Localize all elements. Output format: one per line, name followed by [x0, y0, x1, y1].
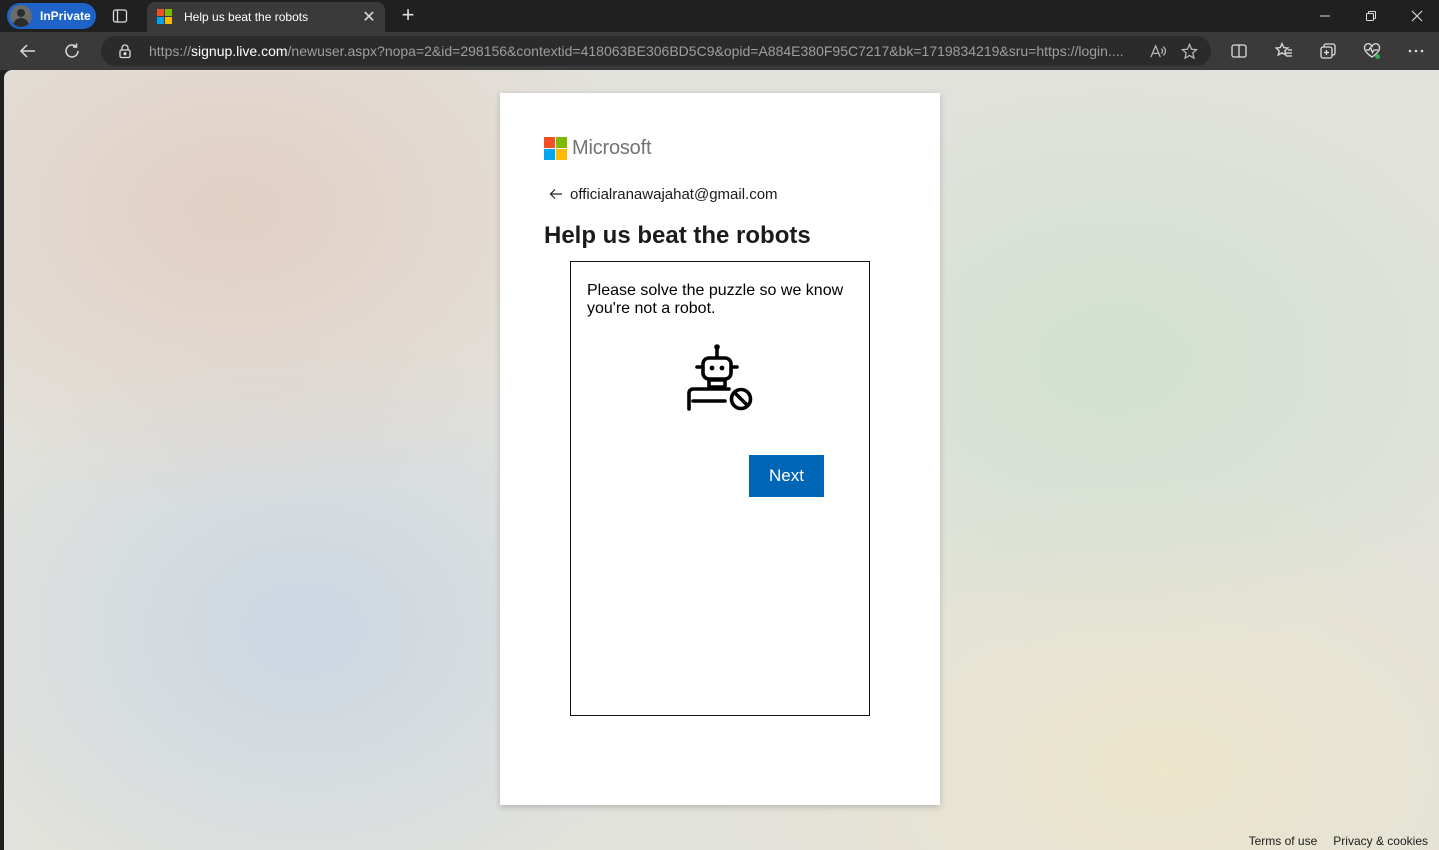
favorite-star-icon[interactable] [1179, 41, 1199, 61]
back-arrow-icon[interactable] [544, 185, 568, 203]
terms-of-use-link[interactable]: Terms of use [1249, 834, 1318, 850]
privacy-cookies-link[interactable]: Privacy & cookies [1333, 834, 1428, 850]
signup-card: Microsoft officialranawajahat@gmail.com … [500, 93, 940, 805]
inprivate-label: InPrivate [40, 9, 91, 23]
back-icon[interactable] [16, 39, 40, 63]
read-aloud-icon[interactable] [1147, 41, 1167, 61]
page-viewport: Microsoft officialranawajahat@gmail.com … [4, 70, 1439, 850]
identity-banner: officialranawajahat@gmail.com [544, 185, 778, 203]
lock-icon[interactable] [117, 43, 133, 59]
browser-essentials-icon[interactable] [1360, 39, 1384, 63]
close-window-icon[interactable] [1402, 4, 1432, 28]
tab-title: Help us beat the robots [184, 10, 309, 24]
microsoft-favicon-icon [157, 9, 173, 25]
microsoft-wordmark: Microsoft [572, 137, 652, 159]
inprivate-badge[interactable]: InPrivate [7, 3, 96, 29]
active-tab[interactable]: Help us beat the robots ✕ [147, 2, 385, 32]
tab-actions-icon[interactable] [108, 6, 132, 26]
page-footer: Terms of use Privacy & cookies [1249, 834, 1428, 850]
new-tab-icon[interactable]: + [396, 4, 420, 28]
restore-icon[interactable] [1356, 4, 1386, 28]
page-title: Help us beat the robots [544, 222, 811, 249]
tab-close-icon[interactable]: ✕ [359, 7, 379, 27]
split-screen-icon[interactable] [1227, 39, 1251, 63]
tab-strip: InPrivate Help us beat the robots ✕ + [0, 0, 1439, 32]
url-path: /newuser.aspx?nopa=2&id=298156&contextid… [287, 43, 1124, 59]
microsoft-logo-icon [544, 137, 567, 160]
browser-toolbar: https://signup.live.com/newuser.aspx?nop… [0, 32, 1439, 70]
next-button[interactable]: Next [749, 455, 824, 497]
url-scheme: https:// [149, 43, 192, 59]
refresh-icon[interactable] [60, 39, 84, 63]
account-email: officialranawajahat@gmail.com [570, 185, 778, 203]
captcha-frame: Please solve the puzzle so we know you'r… [570, 261, 870, 716]
settings-more-icon[interactable] [1404, 39, 1428, 63]
blocked-robot-icon [687, 344, 753, 411]
captcha-prompt: Please solve the puzzle so we know you'r… [587, 282, 844, 317]
favorites-icon[interactable] [1272, 39, 1296, 63]
minimize-icon[interactable] [1310, 4, 1340, 28]
url-host: signup.live.com [191, 43, 288, 59]
address-bar[interactable]: https://signup.live.com/newuser.aspx?nop… [101, 36, 1211, 66]
microsoft-logo: Microsoft [544, 137, 652, 160]
profile-avatar-icon [10, 5, 32, 27]
collections-icon[interactable] [1316, 39, 1340, 63]
url-text[interactable]: https://signup.live.com/newuser.aspx?nop… [149, 43, 1147, 59]
